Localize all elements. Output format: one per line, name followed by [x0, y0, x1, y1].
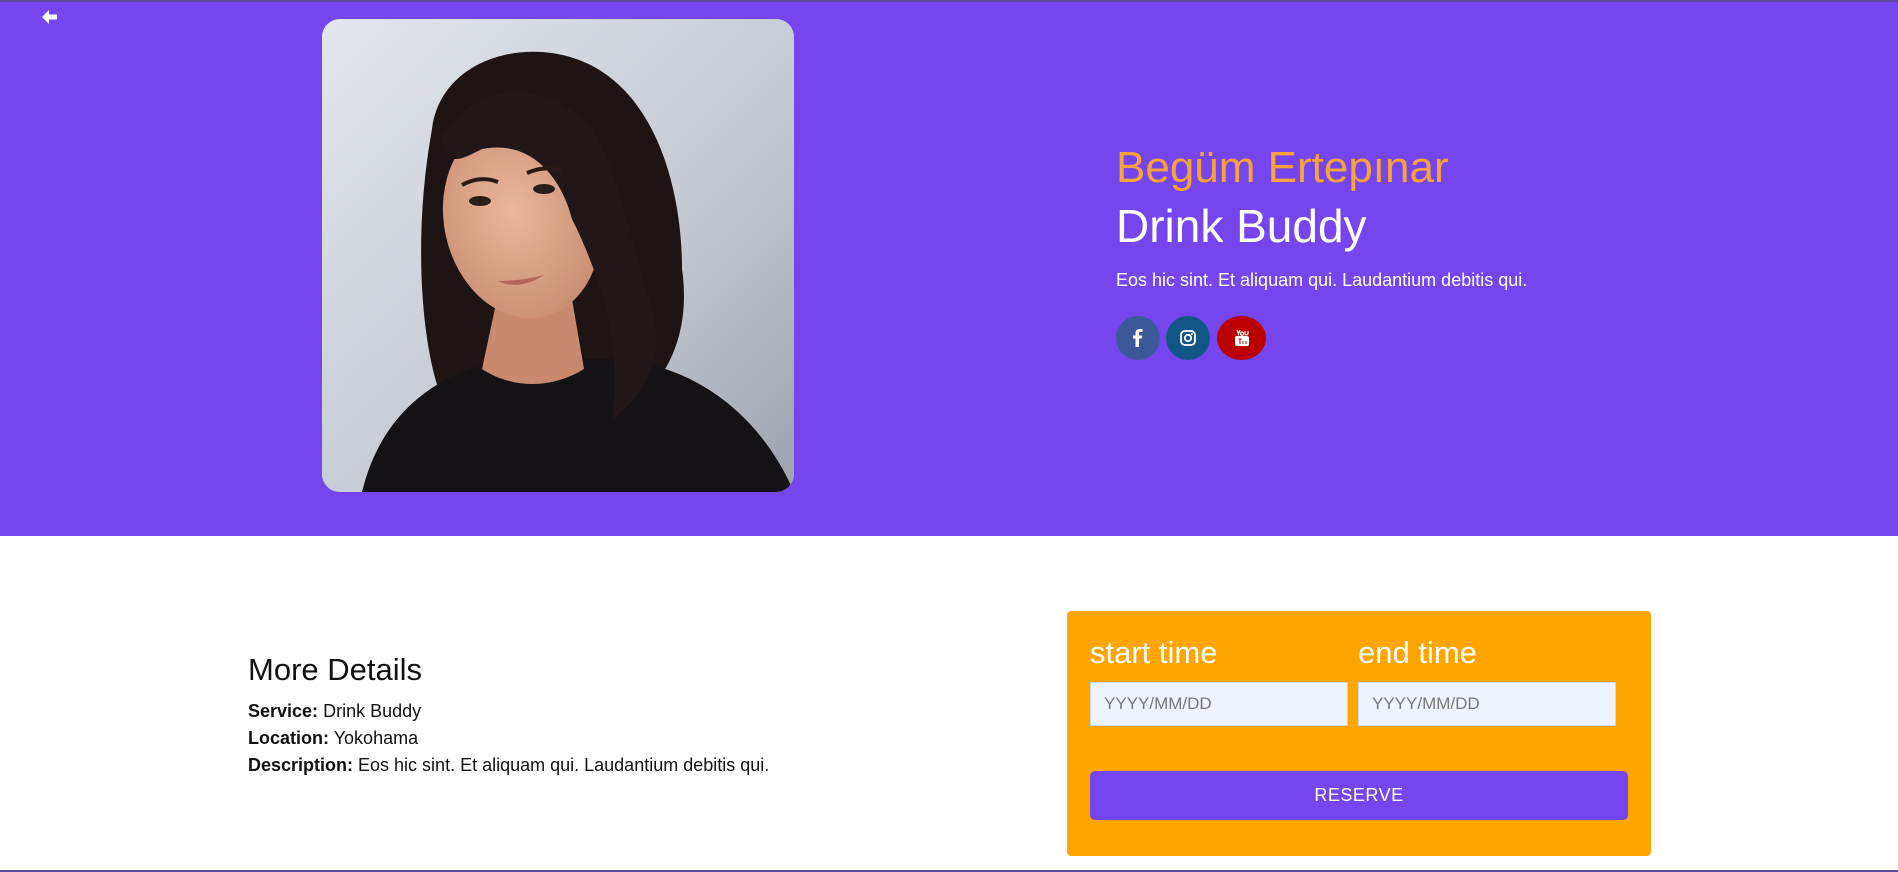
- profile-hero: Begüm Ertepınar Drink Buddy Eos hic sint…: [0, 2, 1898, 536]
- service-label: Service:: [248, 701, 319, 721]
- detail-location: Location: Yokohama: [248, 725, 808, 752]
- service-value: Drink Buddy: [323, 701, 422, 721]
- end-time-input[interactable]: [1358, 682, 1616, 726]
- profile-name: Begüm Ertepınar: [1116, 143, 1449, 192]
- detail-service: Service: Drink Buddy: [248, 698, 808, 725]
- youtube-icon: [1234, 329, 1249, 346]
- start-time-label: start time: [1090, 635, 1218, 670]
- instagram-button[interactable]: [1166, 316, 1210, 360]
- detail-description: Description: Eos hic sint. Et aliquam qu…: [248, 752, 808, 779]
- facebook-button[interactable]: [1116, 316, 1160, 360]
- social-links: [1116, 316, 1816, 360]
- details-title: More Details: [248, 652, 422, 687]
- profile-info: Begüm Ertepınar Drink Buddy Eos hic sint…: [1116, 142, 1816, 360]
- reservation-form: start time end time RESERVE: [1067, 611, 1651, 856]
- location-value: Yokohama: [333, 728, 419, 748]
- description-value: Eos hic sint. Et aliquam qui. Laudantium…: [358, 755, 770, 775]
- end-time-label: end time: [1358, 635, 1477, 670]
- location-label: Location:: [248, 728, 329, 748]
- more-details: More Details Service: Drink Buddy Locati…: [248, 650, 808, 779]
- facebook-icon: [1133, 329, 1143, 347]
- description-label: Description:: [248, 755, 354, 775]
- youtube-button[interactable]: [1217, 316, 1266, 360]
- profile-tagline: Eos hic sint. Et aliquam qui. Laudantium…: [1116, 270, 1528, 290]
- profile-role: Drink Buddy: [1116, 200, 1367, 252]
- profile-photo: [322, 19, 794, 492]
- start-time-input[interactable]: [1090, 682, 1348, 726]
- instagram-icon: [1180, 330, 1196, 346]
- reserve-button[interactable]: RESERVE: [1090, 771, 1628, 820]
- arrow-left-icon[interactable]: [40, 7, 60, 27]
